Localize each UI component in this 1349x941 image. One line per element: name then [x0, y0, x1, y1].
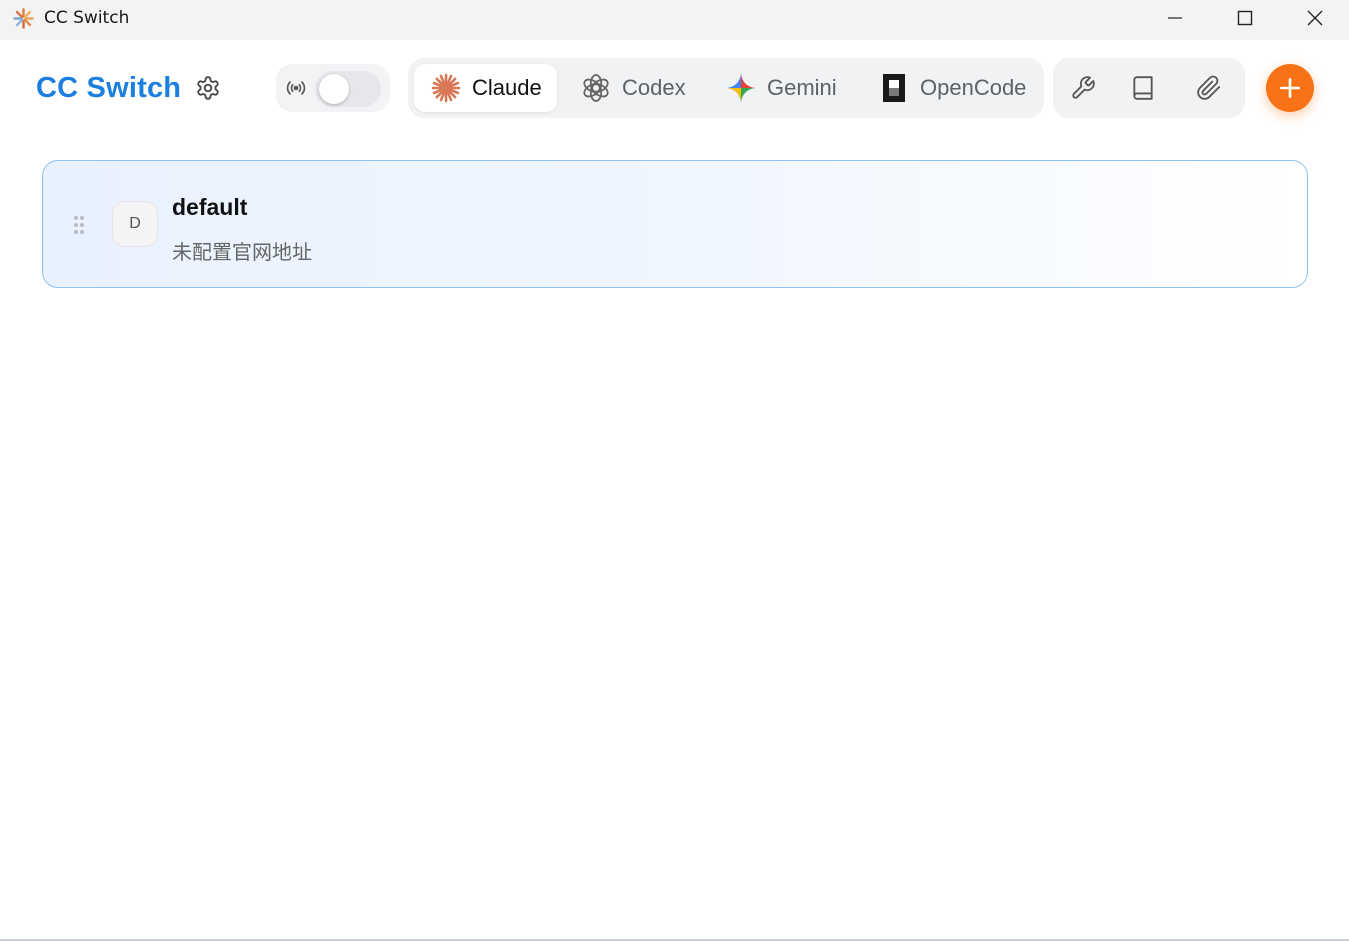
minimize-icon	[1168, 17, 1182, 19]
provider-website-status: 未配置官网地址	[172, 240, 312, 264]
gear-icon	[197, 76, 219, 100]
settings-button[interactable]	[193, 73, 223, 103]
tab-label: Claude	[472, 75, 542, 100]
window-titlebar: CC Switch	[0, 0, 1349, 40]
toolbar-group	[1053, 58, 1245, 118]
proxy-control	[276, 64, 390, 112]
claude-icon	[430, 72, 462, 104]
add-provider-button[interactable]	[1266, 64, 1314, 112]
provider-avatar: D	[112, 201, 158, 247]
docs-button[interactable]	[1127, 72, 1159, 104]
plus-icon	[1280, 78, 1300, 98]
maximize-icon	[1237, 10, 1253, 26]
close-button[interactable]	[1292, 0, 1338, 36]
tools-button[interactable]	[1067, 72, 1099, 104]
gemini-icon	[725, 72, 757, 104]
app-brand-title: CC Switch	[36, 72, 182, 104]
minimize-button[interactable]	[1152, 0, 1198, 36]
drag-handle-icon[interactable]	[73, 215, 85, 235]
tab-label: OpenCode	[920, 75, 1027, 100]
tab-codex[interactable]: Codex	[568, 64, 693, 112]
attachments-button[interactable]	[1193, 72, 1225, 104]
tab-gemini[interactable]: Gemini	[713, 64, 853, 112]
book-icon	[1133, 76, 1153, 100]
provider-name: default	[172, 194, 248, 220]
tab-claude[interactable]: Claude	[414, 64, 557, 112]
tab-label: Gemini	[767, 75, 837, 100]
maximize-button[interactable]	[1222, 0, 1268, 36]
openai-icon	[580, 72, 612, 104]
app-tabs: Claude Codex Gemini OpenCode	[408, 58, 1044, 118]
broadcast-icon	[285, 77, 307, 99]
tab-label: Codex	[622, 75, 686, 100]
wrench-icon	[1072, 76, 1095, 99]
window-title: CC Switch	[44, 8, 130, 28]
provider-card[interactable]: D default 未配置官网地址	[42, 160, 1308, 288]
paperclip-icon	[1197, 75, 1221, 100]
tab-opencode[interactable]: OpenCode	[870, 64, 1038, 112]
app-logo-icon	[13, 8, 34, 29]
opencode-icon	[878, 72, 910, 104]
toggle-knob	[319, 74, 349, 104]
close-icon	[1307, 10, 1323, 26]
proxy-toggle-switch[interactable]	[315, 71, 381, 107]
